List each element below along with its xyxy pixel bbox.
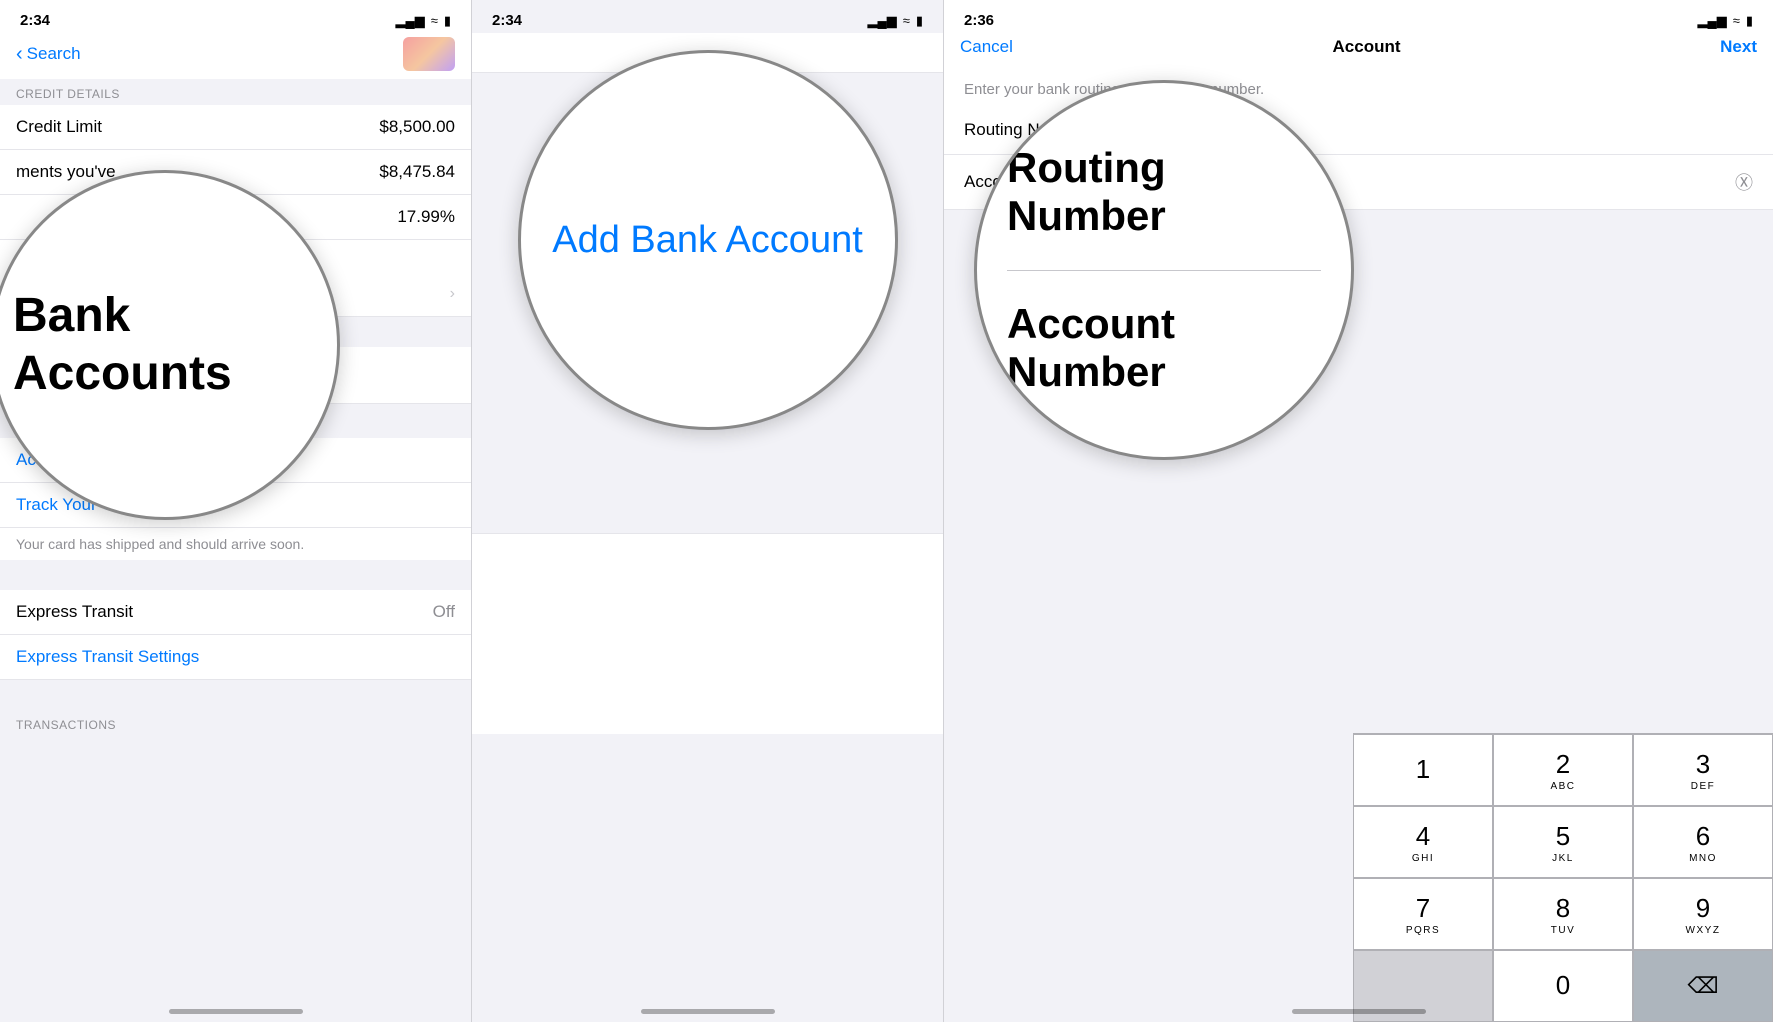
key-6-letters: MNO — [1689, 853, 1717, 864]
form-description: Enter your bank routing and account numb… — [944, 65, 1773, 106]
express-transit-value: Off — [433, 602, 455, 622]
panel3-nav: Cancel Account Next — [944, 33, 1773, 65]
key-2-letters: ABC — [1550, 781, 1575, 792]
list-item-credit-limit: Credit Limit $8,500.00 — [0, 105, 471, 150]
panel-credit-details: 2:34 ▂▄▆ ≈ ▮ ‹ Search CREDIT DETAILS Cre… — [0, 0, 472, 1022]
wifi-icon-2: ≈ — [903, 13, 910, 28]
key-4-letters: GHI — [1412, 853, 1434, 864]
key-5-letters: JKL — [1552, 853, 1574, 864]
key-3-number: 3 — [1696, 749, 1710, 780]
magnifier-account-text: Account Number — [1007, 300, 1321, 396]
magnifier-divider — [1007, 270, 1321, 271]
magnifier-bank-accounts: Bank Accounts — [0, 170, 340, 520]
keypad-row-2: 4 GHI 5 JKL 6 MNO — [1353, 806, 1773, 878]
express-transit-settings-label: Express Transit Settings — [16, 647, 199, 667]
key-7-letters: PQRS — [1406, 925, 1440, 936]
numeric-keypad: 1 2 ABC 3 DEF 4 GHI 5 JKL 6 MNO — [1353, 733, 1773, 1022]
status-icons-3: ▂▄▆ ≈ ▮ — [1697, 13, 1753, 29]
key-6[interactable]: 6 MNO — [1633, 806, 1773, 878]
key-9[interactable]: 9 WXYZ — [1633, 878, 1773, 950]
key-9-letters: WXYZ — [1686, 925, 1721, 936]
signal-icon-2: ▂▄▆ — [867, 13, 896, 29]
key-7[interactable]: 7 PQRS — [1353, 878, 1493, 950]
magnifier-add-bank-text: Add Bank Account — [552, 219, 863, 262]
key-8-number: 8 — [1556, 893, 1570, 924]
wifi-icon: ≈ — [431, 13, 438, 28]
express-transit-label: Express Transit — [16, 602, 133, 622]
rate-value: 17.99% — [397, 207, 455, 227]
key-2-number: 2 — [1556, 749, 1570, 780]
back-chevron-icon[interactable]: ‹ — [16, 43, 23, 66]
key-0-number: 0 — [1556, 970, 1570, 1001]
divider-2 — [0, 560, 471, 590]
battery-icon: ▮ — [444, 13, 451, 29]
key-1-number: 1 — [1416, 754, 1430, 785]
status-time-1: 2:34 — [20, 12, 50, 29]
key-7-number: 7 — [1416, 893, 1430, 924]
magnifier-routing-text: Routing Number — [1007, 144, 1321, 240]
amount-label: ments you've — [16, 162, 116, 182]
panel2-list-area — [472, 533, 943, 734]
home-indicator-1 — [169, 1009, 303, 1014]
key-9-number: 9 — [1696, 893, 1710, 924]
credit-limit-value: $8,500.00 — [379, 117, 455, 137]
back-label-1[interactable]: Search — [27, 44, 81, 64]
key-2[interactable]: 2 ABC — [1493, 734, 1633, 806]
express-transit-row: Express Transit Off — [0, 590, 471, 635]
key-5-number: 5 — [1556, 821, 1570, 852]
status-bar-2: 2:34 ▂▄▆ ≈ ▮ — [472, 0, 943, 33]
key-3[interactable]: 3 DEF — [1633, 734, 1773, 806]
amount-value: $8,475.84 — [379, 162, 455, 182]
key-0[interactable]: 0 — [1493, 950, 1633, 1022]
next-button[interactable]: Next — [1720, 37, 1757, 57]
backspace-icon: ⌫ — [1687, 973, 1718, 999]
panel-add-bank-account: 2:34 ▂▄▆ ≈ ▮ Add Bank Account — [472, 0, 944, 1022]
status-bar-1: 2:34 ▂▄▆ ≈ ▮ — [0, 0, 471, 33]
cancel-button[interactable]: Cancel — [960, 37, 1013, 57]
section-transactions: TRANSACTIONS — [0, 710, 471, 736]
card-thumbnail — [403, 37, 455, 71]
magnifier-bank-accounts-text: Bank Accounts — [0, 267, 337, 422]
shipped-note: Your card has shipped and should arrive … — [0, 528, 471, 560]
empty-space — [472, 534, 943, 734]
panel-routing-account: 2:36 ▂▄▆ ≈ ▮ Cancel Account Next Enter y… — [944, 0, 1773, 1022]
credit-limit-label: Credit Limit — [16, 117, 102, 137]
signal-icon: ▂▄▆ — [395, 13, 424, 29]
status-time-3: 2:36 — [964, 12, 994, 29]
clear-button[interactable]: Ⓧ — [1735, 169, 1753, 195]
battery-icon-3: ▮ — [1746, 13, 1753, 29]
key-4-number: 4 — [1416, 821, 1430, 852]
keypad-row-1: 1 2 ABC 3 DEF — [1353, 734, 1773, 806]
back-bar-1: ‹ Search — [0, 33, 471, 79]
magnifier-routing-account: Routing Number Account Number — [974, 80, 1354, 460]
status-bar-3: 2:36 ▂▄▆ ≈ ▮ — [944, 0, 1773, 33]
key-6-number: 6 — [1696, 821, 1710, 852]
key-backspace[interactable]: ⌫ — [1633, 950, 1773, 1022]
key-3-letters: DEF — [1691, 781, 1716, 792]
status-time-2: 2:34 — [492, 12, 522, 29]
key-1[interactable]: 1 — [1353, 734, 1493, 806]
page-title: Account — [1333, 37, 1401, 57]
status-icons-2: ▂▄▆ ≈ ▮ — [867, 13, 923, 29]
key-5[interactable]: 5 JKL — [1493, 806, 1633, 878]
wifi-icon-3: ≈ — [1733, 13, 1740, 28]
bank-accounts-chevron: › — [450, 285, 455, 303]
express-transit-settings-row[interactable]: Express Transit Settings — [0, 635, 471, 680]
status-icons-1: ▂▄▆ ≈ ▮ — [395, 13, 451, 29]
keypad-row-3: 7 PQRS 8 TUV 9 WXYZ — [1353, 878, 1773, 950]
signal-icon-3: ▂▄▆ — [1697, 13, 1726, 29]
section-credit-details: CREDIT DETAILS — [0, 79, 471, 105]
key-8[interactable]: 8 TUV — [1493, 878, 1633, 950]
home-indicator-3 — [1292, 1009, 1426, 1014]
magnifier-add-bank: Add Bank Account — [518, 50, 898, 430]
key-4[interactable]: 4 GHI — [1353, 806, 1493, 878]
home-indicator-2 — [641, 1009, 775, 1014]
divider-3 — [0, 680, 471, 710]
battery-icon-2: ▮ — [916, 13, 923, 29]
key-8-letters: TUV — [1551, 925, 1576, 936]
